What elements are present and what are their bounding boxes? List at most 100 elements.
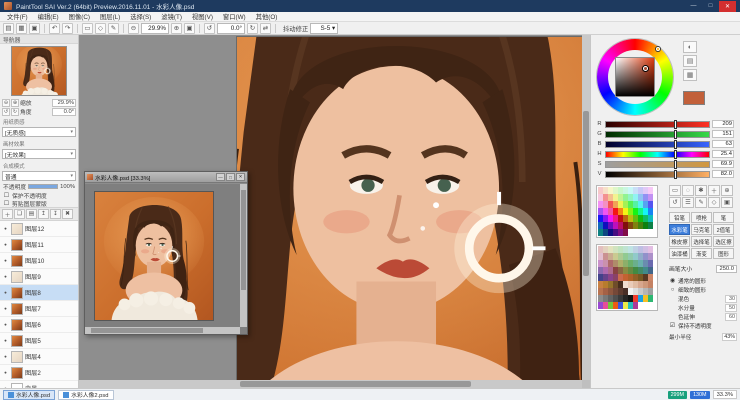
utility-tool-icon[interactable]: ↺ (669, 197, 681, 208)
slider-knob[interactable] (674, 160, 677, 169)
menu-item[interactable]: 选择(S) (125, 12, 156, 21)
opacity-slider[interactable] (28, 184, 58, 189)
floating-window-artwork[interactable] (95, 192, 213, 320)
layer-row[interactable]: ● 图层8 (0, 285, 78, 301)
file-tool-icon[interactable]: ▣ (29, 23, 40, 34)
color-swatch[interactable] (648, 222, 653, 229)
layer-row[interactable]: ● 图层4 (0, 349, 78, 365)
menu-item[interactable]: 滤镜(T) (156, 12, 187, 21)
layer-visibility-icon[interactable]: ● (2, 306, 9, 311)
slider-knob[interactable] (674, 150, 677, 159)
layer-row[interactable]: ● 背景 (0, 381, 78, 388)
brush-option-row[interactable]: 色延伸 60 (669, 312, 737, 321)
nav-rotate-cw-button[interactable]: ↻ (11, 108, 19, 116)
selection-tool-icon[interactable]: ◇ (95, 23, 106, 34)
layer-protect-checkbox[interactable]: ☐ 剪贴图层蒙版 (0, 199, 78, 207)
utility-tool-icon[interactable]: ▭ (669, 185, 681, 196)
floating-window-button[interactable]: ✕ (236, 173, 245, 181)
slider-value[interactable]: 63 (712, 140, 734, 148)
layer-row[interactable]: ● 图层6 (0, 317, 78, 333)
layer-row[interactable]: ● 图层7 (0, 301, 78, 317)
layer-visibility-icon[interactable]: ● (2, 226, 9, 231)
brush-tool-button[interactable]: 油漆桶 (669, 248, 690, 259)
color-swatch[interactable] (648, 281, 653, 288)
stabilizer-dropdown[interactable]: S-5 ▾ (310, 23, 338, 34)
brush-size-value[interactable]: 250.0 (716, 265, 737, 273)
layer-tool-button[interactable]: ↧ (50, 209, 61, 219)
minimize-button[interactable]: — (685, 1, 702, 12)
layer-row[interactable]: ● 图层12 (0, 221, 78, 237)
brush-tool-button[interactable]: 马克笔 (691, 224, 712, 235)
layer-tool-button[interactable]: ✖ (62, 209, 73, 219)
color-panel-mode-icon[interactable]: ▤ (683, 55, 697, 67)
layer-visibility-icon[interactable]: ● (2, 338, 9, 343)
canvas-vertical-scrollbar[interactable] (582, 35, 590, 380)
zoom-out-button[interactable]: ⊖ (128, 23, 139, 34)
rotate-cw-button[interactable]: ↻ (247, 23, 258, 34)
angle-value-field[interactable]: 0.0° (217, 23, 245, 34)
layer-visibility-icon[interactable]: ● (2, 322, 9, 327)
utility-tool-icon[interactable]: ⊕ (721, 185, 733, 196)
nav-zoom-in-button[interactable]: ⊕ (11, 99, 19, 107)
option-value[interactable]: 50 (725, 304, 737, 312)
color-swatch[interactable] (633, 302, 638, 309)
brush-tool-button[interactable]: 图形 (713, 248, 734, 259)
canvas-horizontal-scrollbar[interactable] (79, 380, 582, 388)
menu-item[interactable]: 文件(F) (2, 12, 33, 21)
undo-redo-icon[interactable]: ↶ (49, 23, 60, 34)
maximize-button[interactable]: □ (702, 1, 719, 12)
color-swatch[interactable] (648, 187, 653, 194)
floating-document-window[interactable]: 水彩人像.psd [33.3%] —□✕ (84, 171, 248, 335)
layer-row[interactable]: ● 图层10 (0, 253, 78, 269)
flip-button[interactable]: ⇄ (260, 23, 271, 34)
color-swatch[interactable] (648, 295, 653, 302)
layer-row[interactable]: ● 图层2 (0, 365, 78, 381)
nav-rotate-ccw-button[interactable]: ↺ (2, 108, 10, 116)
option-value[interactable]: 60 (725, 313, 737, 321)
menu-item[interactable]: 图层(L) (95, 12, 125, 21)
layer-row[interactable]: ● 图层11 (0, 237, 78, 253)
hue-cursor[interactable] (656, 47, 660, 51)
layer-visibility-icon[interactable]: ● (2, 354, 9, 359)
sv-cursor[interactable] (643, 66, 648, 71)
option-value[interactable]: 30 (725, 295, 737, 303)
zoom-value-field[interactable]: 29.9% (141, 23, 169, 34)
slider-knob[interactable] (674, 170, 677, 179)
menu-item[interactable]: 编辑(E) (33, 12, 64, 21)
nav-zoom-out-button[interactable]: ⊖ (2, 99, 10, 107)
brush-tool-button[interactable]: 水彩笔 (669, 224, 690, 235)
slider-value[interactable]: 151 (712, 130, 734, 138)
utility-tool-icon[interactable]: ✱ (695, 185, 707, 196)
layer-tool-button[interactable]: ＋ (2, 209, 13, 219)
brush-tool-button[interactable]: 铅笔 (669, 212, 690, 223)
saturation-value-square[interactable] (615, 57, 655, 97)
main-canvas-artwork[interactable] (237, 37, 582, 380)
nav-zoom-value[interactable]: 29.9% (52, 99, 76, 107)
layer-row[interactable]: ● 图层9 (0, 269, 78, 285)
slider-track[interactable] (605, 171, 710, 178)
color-swatch[interactable] (648, 288, 653, 295)
brush-tool-button[interactable]: 喷枪 (691, 212, 712, 223)
close-button[interactable]: ✕ (719, 1, 736, 12)
menu-item[interactable]: 窗口(W) (218, 12, 251, 21)
brush-option-row[interactable]: ☑ 保持不透明度 (669, 321, 737, 330)
nav-angle-value[interactable]: 0.0° (52, 108, 76, 116)
layer-row[interactable]: ● 图层5 (0, 333, 78, 349)
floating-vertical-scrollbar[interactable] (240, 184, 247, 327)
undo-redo-icon[interactable]: ↷ (62, 23, 73, 34)
slider-value[interactable]: 69.9 (712, 160, 734, 168)
paper-texture-dropdown[interactable]: [无质感]▾ (2, 127, 76, 137)
slider-knob[interactable] (674, 130, 677, 139)
selection-tool-icon[interactable]: ✎ (108, 23, 119, 34)
layer-tool-button[interactable]: ❏ (14, 209, 25, 219)
fit-view-button[interactable]: ▣ (184, 23, 195, 34)
option-control-icon[interactable]: ○ (669, 287, 676, 293)
material-effect-dropdown[interactable]: [无效果]▾ (2, 149, 76, 159)
slider-value[interactable]: 25.4 (712, 150, 734, 158)
brush-tool-button[interactable]: 笔 (713, 212, 734, 223)
slider-track[interactable] (605, 131, 710, 138)
floating-horizontal-scrollbar[interactable] (85, 327, 240, 334)
slider-track[interactable] (605, 141, 710, 148)
zoom-in-button[interactable]: ⊕ (171, 23, 182, 34)
layer-visibility-icon[interactable]: ● (2, 242, 9, 247)
